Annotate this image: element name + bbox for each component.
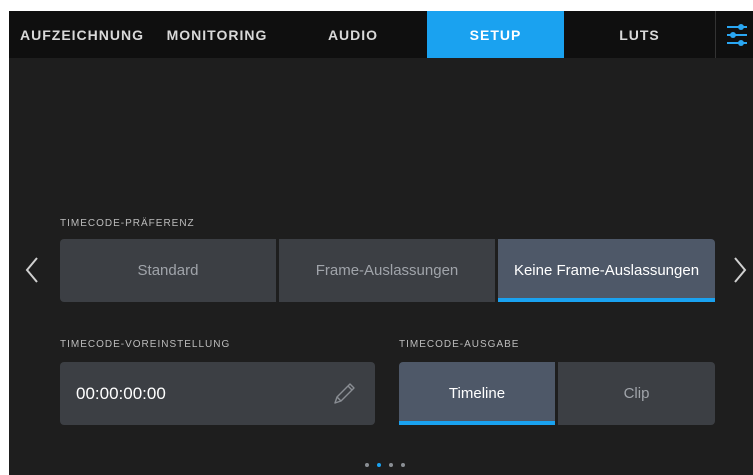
menu-settings-icon[interactable] (715, 11, 753, 58)
option-standard-label: Standard (137, 262, 199, 279)
tab-bar: AUFZEICHNUNG MONITORING AUDIO SETUP LUTS (9, 11, 753, 58)
page-dot-4 (401, 463, 405, 467)
option-timeline-label: Timeline (448, 385, 506, 402)
option-keine-frame-auslassungen[interactable]: Keine Frame-Auslassungen (498, 239, 715, 302)
chevron-left-icon[interactable] (25, 257, 39, 283)
timecode-value: 00:00:00:00 (76, 383, 166, 403)
option-standard[interactable]: Standard (60, 239, 276, 302)
tab-aufzeichnung[interactable]: AUFZEICHNUNG (9, 11, 155, 58)
tab-luts[interactable]: LUTS (564, 11, 715, 58)
chevron-right-icon[interactable] (733, 257, 747, 283)
camera-screen: AUFZEICHNUNG MONITORING AUDIO SETUP LUTS… (9, 11, 753, 475)
option-frame-auslassungen-label: Frame-Auslassungen (315, 262, 459, 279)
option-keine-frame-auslassungen-label: Keine Frame-Auslassungen (513, 262, 700, 279)
option-clip[interactable]: Clip (558, 362, 715, 425)
option-frame-auslassungen[interactable]: Frame-Auslassungen (279, 239, 495, 302)
option-clip-label: Clip (623, 385, 650, 402)
page-dot-3 (389, 463, 393, 467)
page-dot-2 (377, 463, 381, 467)
pencil-icon[interactable] (331, 381, 357, 407)
selected-indicator (498, 298, 715, 302)
option-timeline[interactable]: Timeline (399, 362, 555, 425)
tab-setup[interactable]: SETUP (427, 11, 564, 58)
tab-audio[interactable]: AUDIO (279, 11, 427, 58)
timecode-voreinstellung-field[interactable]: 00:00:00:00 (60, 362, 375, 425)
timecode-ausgabe-label: TIMECODE-AUSGABE (399, 339, 520, 350)
timecode-praeferenz-label: TIMECODE-PRÄFERENZ (60, 218, 195, 229)
selected-indicator (399, 421, 555, 425)
page-dot-1 (365, 463, 369, 467)
tab-monitoring[interactable]: MONITORING (155, 11, 279, 58)
timecode-voreinstellung-label: TIMECODE-VOREINSTELLUNG (60, 339, 231, 350)
